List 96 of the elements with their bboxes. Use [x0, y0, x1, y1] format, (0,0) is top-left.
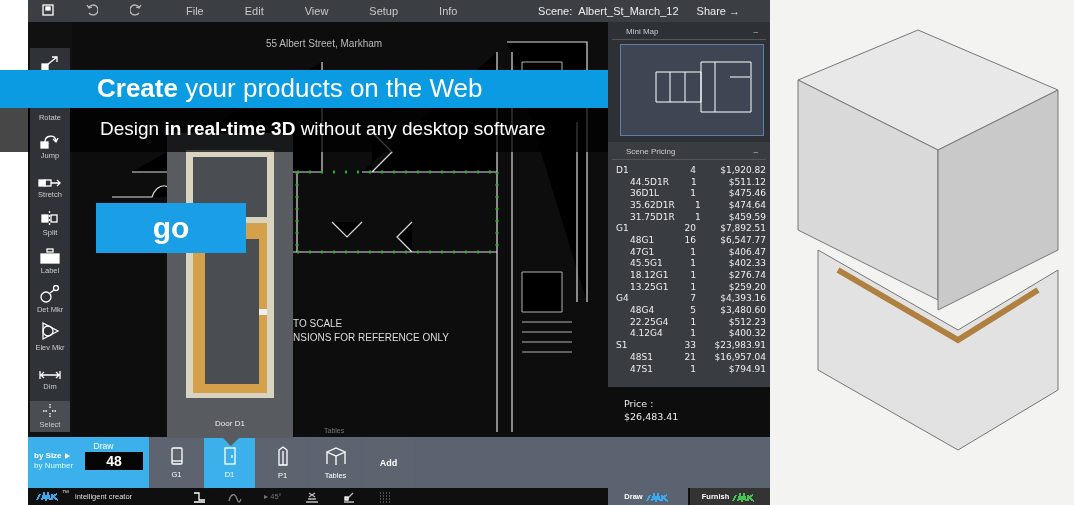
item-name: 45.5G1: [630, 258, 663, 269]
item-quantity: 4: [689, 164, 696, 175]
item-price: $459.59: [727, 211, 766, 222]
item-price: $23,983.91: [713, 340, 766, 351]
item-name: D1: [616, 164, 629, 175]
item-price: $475.46: [727, 188, 766, 199]
item-quantity: 1: [694, 199, 701, 210]
mini-map[interactable]: [620, 44, 764, 136]
item-name: 13.25G1: [630, 281, 669, 292]
item-quantity: 16: [683, 234, 696, 245]
redo-icon[interactable]: [130, 4, 142, 16]
panel-icon: [169, 446, 184, 465]
item-quantity: 5: [689, 305, 696, 316]
price-total: $26,483.41: [624, 410, 680, 423]
item-quantity: 1: [694, 211, 701, 222]
collapse-button[interactable]: –: [753, 147, 758, 156]
item-price: $474.64: [727, 199, 766, 210]
item-name: 31.75D1R: [630, 211, 675, 222]
post-icon: [275, 445, 290, 466]
detail-marker-icon: [40, 284, 60, 303]
item-price: $511.12: [727, 176, 766, 187]
item-price: $16,957.04: [713, 351, 766, 362]
item-name: 35.62D1R: [630, 199, 675, 210]
panel-title: Scene Pricing: [626, 147, 676, 156]
menu-item[interactable]: Info: [439, 5, 458, 17]
plan-address: 55 Albert Street, Markham: [266, 38, 383, 49]
item-quantity: 1: [689, 328, 696, 339]
item-price: $6,547.77: [719, 234, 766, 245]
item-price: $512.23: [727, 316, 766, 327]
item-price: $259.20: [727, 281, 766, 292]
item-name: 36D1L: [630, 188, 660, 199]
elevation-marker-icon: [40, 321, 60, 342]
stretch-arrow-icon: [38, 177, 62, 188]
scene-name: Albert_St_March_12: [578, 5, 679, 17]
item-name: 48G4: [630, 305, 655, 316]
item-name: S1: [616, 340, 628, 351]
plan-note: TO SCALE: [293, 318, 343, 329]
item-quantity: 20: [683, 223, 696, 234]
split-icon: [40, 210, 60, 226]
item-name: 18.12G1: [630, 270, 669, 281]
item-price: $406.47: [727, 246, 766, 257]
item-name: 48G1: [630, 234, 655, 245]
item-name: 44.5D1R: [630, 176, 669, 187]
dimension-icon: [39, 369, 61, 380]
label-icon: [40, 248, 60, 265]
item-quantity: 33: [683, 340, 696, 351]
item-price: $402.33: [727, 258, 766, 269]
menu-item[interactable]: Setup: [369, 5, 399, 17]
undo-icon[interactable]: [86, 4, 98, 16]
resize-arrow-icon: [41, 55, 59, 71]
item-quantity: 1: [689, 363, 696, 374]
item-quantity: 1: [689, 258, 696, 269]
crosshair-icon: [43, 404, 57, 418]
item-quantity: 1: [689, 281, 697, 292]
item-price: $7,892.51: [719, 223, 766, 234]
door-icon: [222, 446, 237, 465]
item-price: $400.32: [727, 328, 766, 339]
panel-title: Mini Map: [626, 27, 659, 36]
item-price: $4,393.16: [719, 293, 766, 304]
door-title: Door D1: [215, 419, 245, 428]
item-price: $276.74: [727, 270, 766, 281]
item-quantity: 1: [689, 270, 697, 281]
step-icon[interactable]: [192, 490, 207, 503]
price-label: Price :: [624, 397, 655, 410]
item-name: 22.25G4: [630, 316, 669, 327]
item-quantity: 1: [689, 176, 697, 187]
item-quantity: 1: [689, 316, 697, 327]
menu-item[interactable]: Edit: [244, 5, 264, 17]
item-quantity: 21: [683, 351, 696, 362]
plan-note: NSIONS FOR REFERENCE ONLY: [293, 332, 449, 343]
collapse-button[interactable]: –: [753, 27, 758, 36]
item-name: 47S1: [630, 363, 653, 374]
item-name: G1: [616, 223, 629, 234]
share-link[interactable]: Share →: [696, 5, 740, 17]
item-quantity: 1: [689, 246, 696, 257]
item-name: 48S1: [630, 351, 653, 362]
table-icon: [324, 445, 347, 466]
item-name: 4.12G4: [630, 328, 663, 339]
save-icon[interactable]: [42, 4, 54, 16]
headline: Create your products on the Web: [0, 70, 608, 108]
item-price: $1,920.82: [719, 164, 766, 175]
scene-label: Scene:: [538, 5, 573, 17]
menu-item[interactable]: File: [186, 5, 204, 17]
marker-icon[interactable]: [341, 490, 356, 503]
item-price: $794.91: [727, 363, 766, 374]
item-quantity: 7: [689, 293, 696, 304]
item-quantity: 1: [689, 188, 696, 199]
jump-arrow-icon: [40, 133, 60, 150]
value-field[interactable]: 48: [85, 451, 143, 470]
item-name: 47G1: [630, 246, 655, 257]
menu-item[interactable]: View: [304, 5, 329, 17]
item-name: G4: [616, 293, 629, 304]
item-price: $3,480.60: [719, 305, 766, 316]
arrow-icon: [64, 452, 70, 459]
level-icon[interactable]: [303, 490, 320, 503]
draw-title: Draw: [92, 441, 115, 451]
